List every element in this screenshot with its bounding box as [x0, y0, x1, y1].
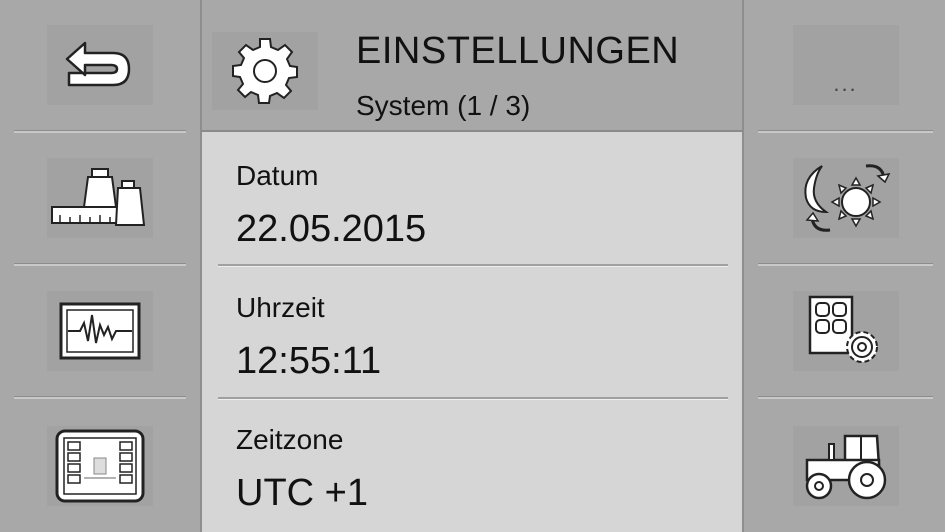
terminal-screen-icon [55, 429, 145, 502]
button-config-button[interactable] [744, 266, 945, 396]
setting-label: Uhrzeit [236, 292, 325, 323]
terminal-button[interactable] [0, 399, 200, 532]
page-title: EINSTELLUNGEN [356, 30, 680, 72]
day-night-button[interactable] [744, 133, 945, 263]
tractor-icon [805, 434, 886, 499]
page-subtitle: System (1 / 3) [356, 90, 531, 121]
setting-row-timezone[interactable]: Zeitzone UTC +1 [202, 396, 728, 528]
back-arrow-icon [65, 41, 131, 87]
tractor-button[interactable] [744, 399, 945, 532]
settings-panel: EINSTELLUNGEN System (1 / 3) Datum 22.05… [202, 0, 742, 532]
waveform-monitor-icon [59, 302, 141, 360]
button-settings-icon [808, 295, 878, 363]
gear-icon [232, 38, 298, 104]
setting-value: 22.05.2015 [236, 208, 427, 250]
right-softkey-column: ... [742, 0, 945, 532]
weighing-button[interactable] [0, 133, 200, 263]
more-button[interactable]: ... [744, 0, 945, 130]
setting-value: 12:55:11 [236, 340, 382, 382]
day-night-icon [803, 164, 890, 232]
diagnostics-button[interactable] [0, 266, 200, 396]
setting-row-time[interactable]: Uhrzeit 12:55:11 [202, 264, 728, 396]
left-softkey-column [0, 0, 202, 532]
setting-label: Datum [236, 160, 319, 191]
weights-icon [51, 168, 146, 226]
setting-value: UTC +1 [236, 472, 368, 514]
setting-row-date[interactable]: Datum 22.05.2015 [202, 132, 728, 264]
gear-icon-box [212, 32, 318, 110]
back-button[interactable] [0, 0, 200, 130]
more-icon: ... [833, 71, 858, 96]
page-header: EINSTELLUNGEN System (1 / 3) [202, 0, 742, 132]
setting-label: Zeitzone [236, 424, 344, 455]
